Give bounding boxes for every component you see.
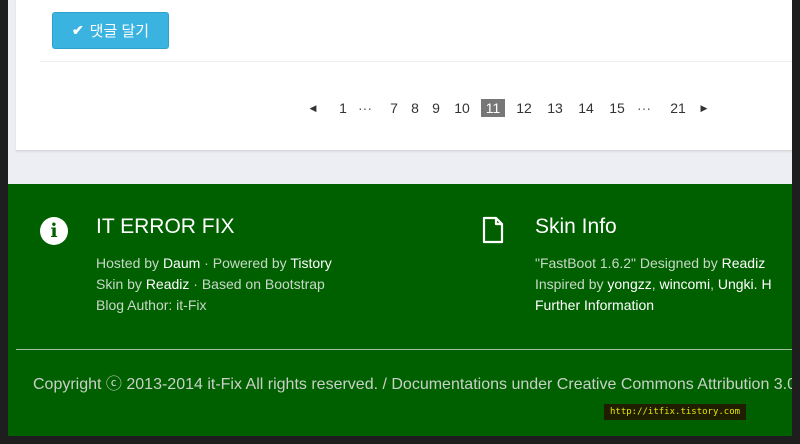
further-info-line: Further Information: [535, 296, 654, 314]
page-link-10[interactable]: 10: [450, 99, 474, 117]
skin-by-label: Skin by: [96, 276, 146, 292]
truncated-text: . H: [753, 276, 772, 292]
footer-divider: [16, 349, 792, 350]
footer-blog-title: IT ERROR FIX: [96, 215, 235, 238]
page-ellipsis: ···: [637, 100, 651, 116]
daum-link[interactable]: Daum: [163, 255, 200, 271]
blog-author-line: Blog Author: it-Fix: [96, 297, 207, 313]
skin-version-label: "FastBoot 1.6.2" Designed by: [535, 255, 722, 271]
wincomi-link[interactable]: wincomi: [660, 276, 711, 292]
info-icon: i: [40, 217, 68, 245]
powered-by-label: · Powered by: [200, 255, 291, 271]
page-link-7[interactable]: 7: [387, 99, 401, 117]
comma: ,: [651, 276, 660, 292]
inspired-by-line: Inspired by yongzz, wincomi, Ungki. H: [535, 275, 772, 293]
page-link-21[interactable]: 21: [666, 99, 690, 117]
ungki-link[interactable]: Ungki: [718, 276, 754, 292]
based-on-label: · Based on Bootstrap: [189, 276, 325, 292]
footer-skin-title: Skin Info: [535, 215, 617, 238]
watermark: http://itfix.tistory.com: [604, 404, 747, 420]
designer-readiz-link[interactable]: Readiz: [722, 255, 766, 271]
tistory-link[interactable]: Tistory: [290, 255, 331, 271]
check-icon: ✔: [71, 22, 84, 38]
skin-by-line: Skin by Readiz · Based on Bootstrap: [96, 275, 325, 293]
divider: [40, 61, 792, 62]
add-comment-button[interactable]: ✔ 댓글 달기: [52, 12, 169, 49]
comment-card: ✔ 댓글 달기 ◀ 1 ··· 7 8 9 10 11 12 13 14 15 ··· 21 ▶: [16, 0, 792, 151]
next-page-icon[interactable]: ▶: [697, 99, 711, 117]
page-frame: ✔ 댓글 달기 ◀ 1 ··· 7 8 9 10 11 12 13 14 15 ··· 21 ▶ i IT …: [8, 0, 792, 436]
site-footer: i IT ERROR FIX Hosted by Daum · Powered …: [8, 184, 792, 436]
add-comment-label: 댓글 달기: [89, 23, 150, 40]
page-link-15[interactable]: 15: [605, 99, 629, 117]
readiz-link[interactable]: Readiz: [146, 276, 190, 292]
pagination: ◀ 1 ··· 7 8 9 10 11 12 13 14 15 ··· 21 ▶: [306, 98, 711, 118]
hosted-by-label: Hosted by: [96, 255, 163, 271]
further-information-link[interactable]: Further Information: [535, 297, 654, 313]
page-link-13[interactable]: 13: [543, 99, 567, 117]
file-icon: [482, 216, 504, 244]
page-link-1[interactable]: 1: [336, 99, 350, 117]
hosted-by-line: Hosted by Daum · Powered by Tistory: [96, 254, 332, 272]
prev-page-icon[interactable]: ◀: [306, 99, 320, 117]
page-ellipsis: ···: [358, 100, 372, 116]
page-link-9[interactable]: 9: [429, 99, 443, 117]
page-current-11[interactable]: 11: [481, 99, 505, 117]
yongzz-link[interactable]: yongzz: [607, 276, 651, 292]
page-link-14[interactable]: 14: [574, 99, 598, 117]
copyright-text: Copyright ⓒ 2013-2014 it-Fix All rights …: [33, 376, 792, 393]
comma: ,: [710, 276, 718, 292]
inspired-by-label: Inspired by: [535, 276, 608, 292]
page-link-12[interactable]: 12: [512, 99, 536, 117]
page-link-8[interactable]: 8: [408, 99, 422, 117]
skin-version-line: "FastBoot 1.6.2" Designed by Readiz: [535, 254, 765, 272]
